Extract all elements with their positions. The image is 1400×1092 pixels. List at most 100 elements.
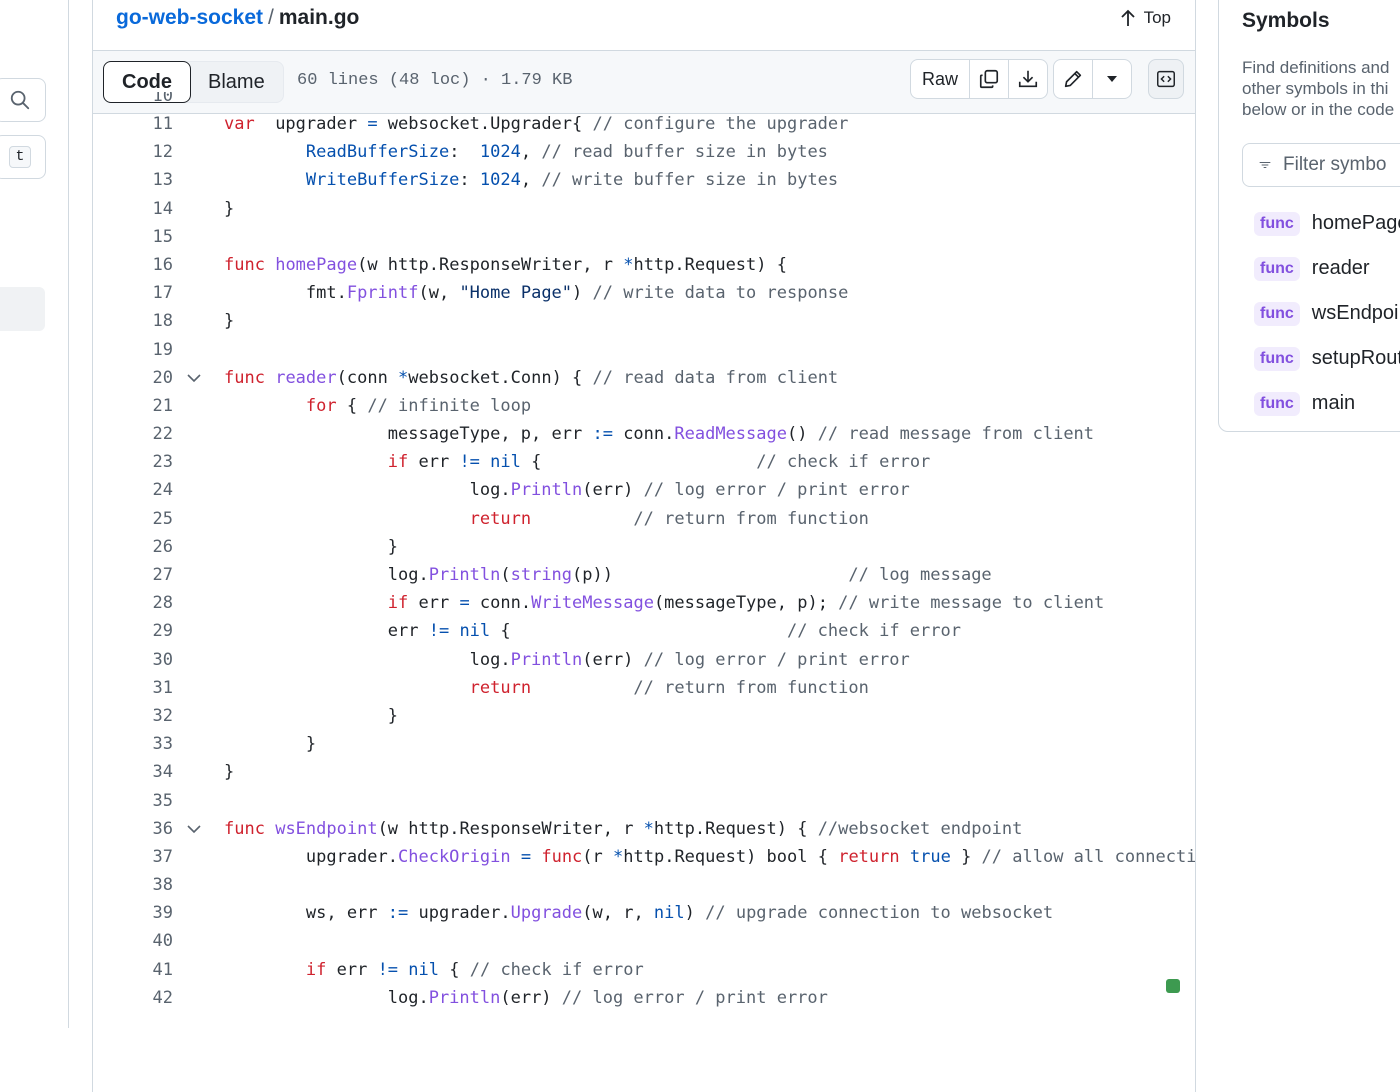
line-number[interactable]: 33	[93, 730, 173, 758]
line-number[interactable]: 27	[93, 561, 173, 589]
code-token: string	[510, 565, 573, 585]
code-token: (conn	[336, 367, 399, 388]
code-token: :=	[387, 903, 409, 924]
code-token: websocket.Upgrader{	[377, 114, 593, 134]
symbol-kind-badge: func	[1254, 301, 1300, 326]
rail-selected-item[interactable]	[0, 287, 45, 331]
line-number[interactable]: 14	[93, 195, 173, 223]
line-number[interactable]: 15	[93, 223, 173, 251]
line-number[interactable]: 32	[93, 702, 173, 730]
line-number[interactable]: 17	[93, 279, 173, 307]
code-line: 32 }	[93, 702, 1195, 730]
code-token: func	[541, 846, 583, 867]
line-number[interactable]: 19	[93, 336, 173, 364]
code-token: if	[387, 452, 409, 473]
symbols-filter-input[interactable]	[1283, 154, 1400, 176]
code-token: ,	[520, 142, 542, 163]
code-token: }	[224, 536, 398, 557]
line-number[interactable]: 28	[93, 589, 173, 617]
symbol-item[interactable]: func reader	[1254, 246, 1400, 291]
line-number[interactable]: 34	[93, 758, 173, 786]
code-text: log.Println(err) // log error / print er…	[224, 984, 828, 1012]
line-number[interactable]: 18	[93, 307, 173, 335]
line-number[interactable]: 20	[93, 364, 173, 392]
line-number[interactable]: 36	[93, 815, 173, 843]
symbol-kind-badge: func	[1254, 391, 1300, 416]
fold-chevron-icon[interactable]	[186, 815, 202, 843]
breadcrumb: go-web-socket / main.go	[116, 6, 359, 30]
line-number[interactable]: 30	[93, 646, 173, 674]
code-text: log.Println(err) // log error / print er…	[224, 476, 910, 504]
code-token: homePage	[275, 254, 358, 275]
symbol-name: main	[1311, 392, 1356, 414]
line-number[interactable]: 40	[93, 927, 173, 955]
line-number[interactable]: 10	[93, 92, 173, 110]
symbol-kind-badge: func	[1254, 346, 1300, 371]
code-token: func	[224, 818, 265, 839]
code-text: for { // infinite loop	[224, 392, 531, 420]
line-number[interactable]: 29	[93, 617, 173, 645]
code-token: //websocket endpoint	[817, 818, 1023, 839]
line-number[interactable]: 23	[93, 448, 173, 476]
code-token: :	[459, 170, 480, 191]
code-line: 34}	[93, 758, 1195, 786]
code-line: 33 }	[93, 730, 1195, 758]
code-token: err	[224, 621, 429, 642]
line-number[interactable]: 22	[93, 420, 173, 448]
code-token: *	[643, 818, 654, 839]
line-number[interactable]: 24	[93, 476, 173, 504]
code-token: // log error / print error	[643, 480, 910, 501]
code-token: websocket.Conn) {	[408, 367, 593, 388]
code-text: if err != nil { // check if error	[224, 956, 644, 984]
code-token: }	[224, 734, 317, 755]
shortcut-key: t	[9, 146, 31, 168]
code-line: 27 log.Println(string(p)) // log message	[93, 561, 1195, 589]
code-token: // write message to client	[838, 593, 1105, 614]
line-number[interactable]: 25	[93, 505, 173, 533]
code-token: // check if error	[786, 621, 961, 642]
symbol-item[interactable]: func homePage	[1254, 201, 1400, 246]
symbol-item[interactable]: func wsEndpoi	[1254, 291, 1400, 336]
code-token: http.Request) bool {	[623, 846, 839, 867]
code-token: nil	[408, 959, 440, 980]
line-number[interactable]: 13	[93, 166, 173, 194]
code-line: 35	[93, 787, 1195, 815]
line-number[interactable]: 42	[93, 984, 173, 1012]
line-number[interactable]: 11	[93, 110, 173, 138]
line-number[interactable]: 35	[93, 787, 173, 815]
code-token: // return from function	[633, 677, 869, 698]
line-number[interactable]: 12	[93, 138, 173, 166]
repo-link[interactable]: go-web-socket	[116, 6, 263, 29]
code-line-partial: 10	[93, 92, 1195, 110]
go-to-file-button[interactable]: t	[0, 135, 46, 179]
code-token: =	[367, 114, 378, 134]
code-line: 22 messageType, p, err := conn.ReadMessa…	[93, 420, 1195, 448]
top-link[interactable]: Top	[1120, 8, 1171, 28]
line-number[interactable]: 16	[93, 251, 173, 279]
line-number[interactable]: 39	[93, 899, 173, 927]
line-number[interactable]: 41	[93, 956, 173, 984]
code-token: reader	[275, 367, 337, 388]
code-token: err	[326, 959, 378, 980]
code-line: 21 for { // infinite loop	[93, 392, 1195, 420]
code-line: 17 fmt.Fprintf(w, "Home Page") // write …	[93, 279, 1195, 307]
code-text: func homePage(w http.ResponseWriter, r *…	[224, 251, 787, 279]
line-number[interactable]: 26	[93, 533, 173, 561]
code-text: if err = conn.WriteMessage(messageType, …	[224, 589, 1105, 617]
fold-chevron-icon[interactable]	[186, 364, 202, 392]
line-number[interactable]: 21	[93, 392, 173, 420]
code-text: fmt.Fprintf(w, "Home Page") // write dat…	[224, 279, 849, 307]
search-icon	[10, 90, 30, 110]
arrow-up-icon	[1120, 9, 1135, 26]
line-number[interactable]: 38	[93, 871, 173, 899]
search-button[interactable]	[0, 78, 46, 122]
symbol-item[interactable]: func setupRout	[1254, 336, 1400, 381]
code-text: messageType, p, err := conn.ReadMessage(…	[224, 420, 1094, 448]
line-number[interactable]: 31	[93, 674, 173, 702]
line-number[interactable]: 37	[93, 843, 173, 871]
symbols-filter[interactable]	[1242, 143, 1400, 187]
code-token: // log error / print error	[561, 987, 828, 1008]
symbol-item[interactable]: func main	[1254, 381, 1400, 426]
